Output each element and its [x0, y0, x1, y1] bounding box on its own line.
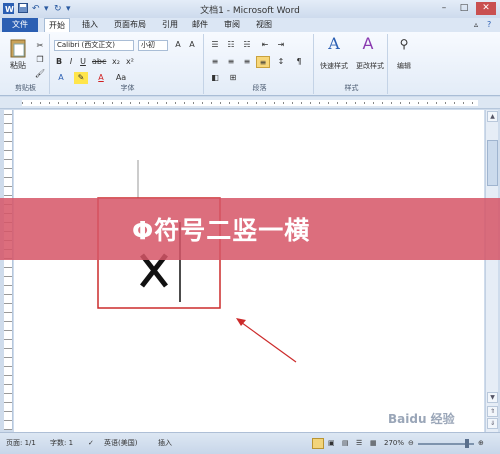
proofing-icon[interactable]: ✓: [88, 437, 94, 449]
annotation-arrow: [237, 319, 297, 363]
strikethrough-icon[interactable]: abc: [92, 56, 106, 68]
change-styles-button[interactable]: 更改样式: [352, 60, 388, 72]
align-right-icon[interactable]: ≡: [240, 56, 254, 68]
bullets-icon[interactable]: ☰: [208, 39, 222, 51]
outline-icon[interactable]: ☰: [356, 437, 362, 449]
multilevel-list-icon[interactable]: ☵: [240, 39, 254, 51]
increase-indent-icon[interactable]: ⇥: [274, 39, 288, 51]
styles-group: A 快速样式 A 更改样式 样式: [316, 34, 388, 94]
quick-styles-button[interactable]: 快速样式: [316, 60, 352, 72]
zoom-out-icon[interactable]: ⊖: [408, 437, 414, 449]
justify-icon[interactable]: ≡: [256, 56, 270, 68]
align-left-icon[interactable]: ≡: [208, 56, 222, 68]
zoom-level[interactable]: 270%: [384, 437, 404, 449]
numbering-icon[interactable]: ☷: [224, 39, 238, 51]
format-painter-icon[interactable]: 🖌: [34, 68, 46, 80]
font-name-select[interactable]: Calibri (西文正文): [54, 40, 134, 51]
clipboard-group: 粘贴 ✂ ❐ 🖌 剪贴板: [2, 34, 50, 94]
tab-file[interactable]: 文件: [2, 18, 38, 32]
underline-icon[interactable]: U: [78, 56, 88, 68]
vertical-scrollbar[interactable]: ▲ ▼ ⇑ ⇓: [485, 110, 498, 432]
tab-page-layout[interactable]: 页面布局: [110, 18, 150, 32]
scroll-thumb[interactable]: [487, 140, 498, 186]
show-marks-icon[interactable]: ¶: [292, 56, 306, 68]
title-bar: W ↶ ▾ ↻ ▾ 文档1 - Microsoft Word – □ ✕: [0, 0, 500, 18]
clipboard-group-label: 剪贴板: [15, 84, 36, 92]
vertical-ruler[interactable]: [4, 110, 13, 430]
binoculars-icon[interactable]: ⚲: [394, 38, 414, 58]
close-button[interactable]: ✕: [476, 2, 496, 15]
paste-button[interactable]: 粘贴: [4, 60, 32, 72]
paragraph-group-label: 段落: [252, 84, 267, 92]
zoom-slider-knob[interactable]: [464, 439, 469, 448]
font-group: Calibri (西文正文) 小初 A A B I U abc x₂ x² A …: [52, 34, 204, 94]
word-count[interactable]: 字数: 1: [50, 437, 73, 449]
help-icon[interactable]: ?: [483, 18, 495, 32]
ruler-track: [22, 100, 478, 106]
title-banner: Φ符号二竖一横: [0, 198, 500, 260]
font-size-select[interactable]: 小初: [138, 40, 168, 51]
status-bar: 页面: 1/1 字数: 1 ✓ 英语(美国) 插入 ▣ ▤ ☰ ▦ 270% ⊖…: [0, 432, 500, 454]
change-styles-icon[interactable]: A: [354, 36, 382, 58]
styles-group-label: 样式: [344, 84, 359, 92]
ribbon-tabs: 文件 开始 插入 页面布局 引用 邮件 审阅 视图 ▵ ?: [0, 18, 500, 32]
web-layout-icon[interactable]: ▤: [342, 437, 349, 449]
editing-group: ⚲ 编辑: [390, 34, 418, 94]
decrease-indent-icon[interactable]: ⇤: [258, 39, 272, 51]
zoom-in-icon[interactable]: ⊕: [478, 437, 484, 449]
minimize-ribbon-icon[interactable]: ▵: [470, 18, 482, 32]
watermark: Baidu 经验: [388, 412, 455, 426]
window-title: 文档1 - Microsoft Word: [200, 6, 300, 16]
maximize-button[interactable]: □: [456, 2, 472, 15]
copy-icon[interactable]: ❐: [34, 54, 46, 66]
editing-button[interactable]: 编辑: [390, 60, 418, 72]
tab-view[interactable]: 视图: [252, 18, 276, 32]
tab-references[interactable]: 引用: [158, 18, 182, 32]
paste-icon[interactable]: [6, 38, 30, 60]
language-indicator[interactable]: 英语(美国): [104, 437, 137, 449]
full-screen-icon[interactable]: ▣: [328, 437, 335, 449]
line-spacing-icon[interactable]: ↕: [274, 56, 288, 68]
document-area[interactable]: [14, 110, 484, 432]
draft-icon[interactable]: ▦: [370, 437, 377, 449]
tab-mailings[interactable]: 邮件: [188, 18, 212, 32]
tab-home[interactable]: 开始: [44, 18, 70, 32]
horizontal-ruler[interactable]: [0, 97, 500, 109]
superscript-icon[interactable]: x²: [124, 56, 136, 68]
scroll-down-icon[interactable]: ▼: [487, 392, 498, 403]
grow-font-icon[interactable]: A: [172, 39, 184, 51]
scroll-up-icon[interactable]: ▲: [487, 111, 498, 122]
banner-title: Φ符号二竖一横: [132, 216, 311, 245]
minimize-button[interactable]: –: [436, 2, 452, 15]
paragraph-group: ☰ ☷ ☵ ⇤ ⇥ ≡ ≡ ≡ ≡ ↕ ¶ ◧ ⊞ 段落: [206, 34, 314, 94]
align-center-icon[interactable]: ≡: [224, 56, 238, 68]
page-count[interactable]: 页面: 1/1: [6, 437, 36, 449]
tab-insert[interactable]: 插入: [78, 18, 102, 32]
ribbon: 粘贴 ✂ ❐ 🖌 剪贴板 Calibri (西文正文) 小初 A A B I U…: [0, 32, 500, 96]
next-page-icon[interactable]: ⇓: [487, 418, 498, 429]
shrink-font-icon[interactable]: A: [186, 39, 198, 51]
subscript-icon[interactable]: x₂: [110, 56, 122, 68]
tab-review[interactable]: 审阅: [220, 18, 244, 32]
previous-page-icon[interactable]: ⇑: [487, 406, 498, 417]
font-group-label: 字体: [120, 84, 135, 92]
insert-mode[interactable]: 插入: [158, 437, 172, 449]
word-window: W ↶ ▾ ↻ ▾ 文档1 - Microsoft Word – □ ✕ 文件 …: [0, 0, 500, 454]
quick-styles-icon[interactable]: A: [320, 36, 348, 58]
cut-icon[interactable]: ✂: [34, 40, 46, 52]
document-canvas: [97, 160, 297, 363]
bold-icon[interactable]: B: [54, 56, 64, 68]
italic-icon[interactable]: I: [66, 56, 76, 68]
print-layout-icon[interactable]: [312, 438, 324, 449]
